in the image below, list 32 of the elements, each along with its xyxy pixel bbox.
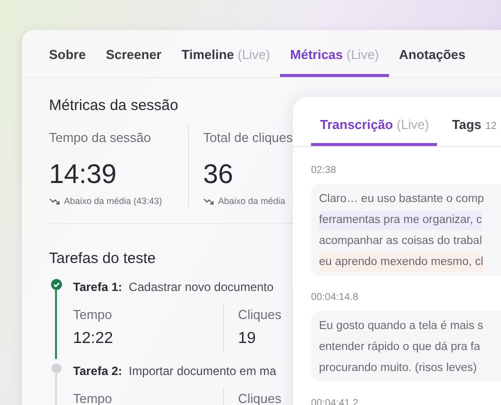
stat-label: Cliques (238, 306, 282, 324)
metric-note: Abaixo da média (218, 195, 286, 208)
stat-value: 12:22 (73, 328, 114, 348)
trend-down-icon (203, 198, 214, 206)
trend-down-icon (49, 198, 60, 206)
section-title: Métricas da sessão (49, 96, 178, 116)
transcript-line: procurando muito. (risos leves) (319, 360, 477, 376)
timestamp: 00:04:14.8 (311, 290, 358, 304)
stat-label: Tempo (73, 306, 112, 324)
metric-label: Total de cliques (203, 129, 293, 147)
transcript-line: acompanhar as coisas do trabal (319, 234, 482, 248)
task-title: Tarefa 1: Cadastrar novo documento (73, 278, 274, 296)
metric-label: Tempo da sessão (49, 129, 151, 147)
tab[interactable]: Screener (96, 44, 172, 77)
task-title: Tarefa 2: Importar documento em ma (73, 362, 276, 380)
tab[interactable]: Transcrição (Live) (311, 115, 437, 146)
metric-note: Abaixo da média (43:43) (64, 195, 162, 208)
tab[interactable]: Métricas (Live) (280, 44, 390, 77)
tab[interactable]: Anotações (389, 44, 476, 77)
metric-value: 14:39 (49, 158, 117, 190)
transcript-line: Claro… eu uso bastante o comp (319, 192, 484, 206)
tab[interactable]: Sobre (39, 44, 96, 77)
stat-label: Tempo (73, 390, 112, 405)
metric-value: 36 (203, 158, 234, 190)
tab[interactable]: Tags 12 (443, 115, 501, 146)
stat-value: 19 (238, 328, 256, 348)
stat-label: Cliques (238, 390, 282, 405)
timestamp: 02:38 (311, 164, 336, 178)
transcript-line: entender rápido o que dá pra fa (319, 340, 480, 354)
tab[interactable]: Timeline (Live) (172, 44, 280, 77)
section-title: Tarefas do teste (49, 248, 156, 268)
transcript-line: Eu gosto quando a tela é mais s (319, 318, 484, 334)
